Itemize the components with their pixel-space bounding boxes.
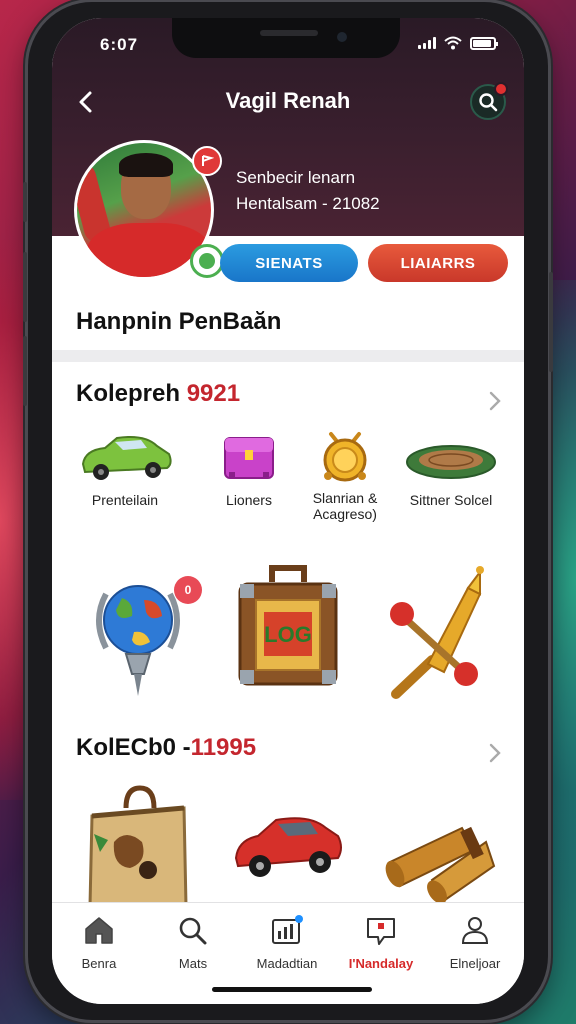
profile-icon	[461, 917, 489, 944]
collection-item[interactable]: Slanrian & Acagreso)	[290, 426, 400, 522]
phone-volume-down	[23, 336, 27, 406]
flag-icon	[202, 155, 214, 166]
collection-title: KolECb0 -	[76, 734, 191, 761]
collection-count: 11995	[190, 734, 257, 761]
tab-label: Elneljoar	[449, 956, 501, 971]
collection-count: 9921	[186, 380, 241, 407]
tab-label: Mats	[178, 956, 208, 971]
collection-showcase-item[interactable]	[86, 782, 190, 911]
chart-icon	[272, 915, 303, 944]
wifi-icon	[444, 36, 462, 50]
profile-avatar-wrapper[interactable]	[74, 140, 224, 280]
green-car-icon	[81, 436, 172, 480]
notch-speaker	[260, 30, 318, 36]
secondary-action-button[interactable]: LIAIARRS	[368, 244, 508, 282]
purple-chest-icon	[224, 437, 274, 479]
tab-label: I'Nandalay	[348, 956, 414, 971]
section-title: Hanpnin PenBaăn	[76, 308, 282, 335]
search-icon	[479, 93, 498, 112]
section-divider	[52, 350, 524, 362]
collection-header[interactable]: Kolepreh 9921	[76, 380, 240, 408]
tab-label: Benra	[81, 956, 117, 971]
tab-messages[interactable]: I'Nandalay	[334, 915, 428, 971]
avatar-flag-badge	[192, 146, 222, 176]
collection-showcase-item[interactable]	[382, 808, 498, 913]
notification-dot	[494, 82, 508, 96]
item-label: Prenteilain	[91, 492, 159, 508]
battery-icon	[470, 36, 498, 50]
tab-home[interactable]: Benra	[52, 915, 146, 971]
page-title: Vagil Renah	[225, 88, 351, 113]
profile-id: Hentalsam - 21082	[236, 194, 380, 213]
collection-header[interactable]: KolECb0 -11995	[76, 734, 256, 762]
item-badge: 0	[174, 576, 202, 604]
phone-power-button	[549, 272, 553, 372]
globe-trophy-icon	[96, 585, 180, 696]
primary-action-button[interactable]: SIENATS	[220, 244, 358, 282]
green-plate-icon	[406, 445, 496, 479]
notch	[172, 18, 400, 58]
golden-rockets-icon	[390, 566, 484, 699]
suitcase-icon: LOG	[238, 565, 338, 686]
item-label: Sittner Solcel	[409, 492, 493, 508]
collection-item[interactable]: Lioners	[194, 428, 304, 508]
chat-icon	[367, 918, 395, 945]
home-indicator[interactable]	[212, 987, 372, 992]
item-label: Slanrian & Acagreso)	[312, 490, 378, 523]
travel-bag-icon	[88, 785, 188, 908]
tab-stats[interactable]: Madadtian	[240, 915, 334, 971]
signal-icon	[418, 37, 436, 49]
scrolls-icon	[385, 826, 496, 904]
collection-showcase-item[interactable]	[230, 798, 346, 903]
collection-item[interactable]: Sittner Solcel	[396, 428, 506, 508]
collection-more-button[interactable]	[484, 742, 506, 764]
chevron-right-icon	[489, 743, 501, 763]
collection-showcase-item[interactable]: 0	[88, 570, 202, 715]
home-icon	[85, 917, 113, 944]
svg-text:LOG: LOG	[264, 622, 312, 647]
collection-title: Kolepreh	[76, 380, 181, 407]
front-camera	[337, 32, 347, 42]
tab-search[interactable]: Mats	[146, 915, 240, 971]
collection-item[interactable]: Prenteilain	[70, 428, 180, 508]
collection-more-button[interactable]	[484, 390, 506, 412]
red-car-icon	[234, 817, 342, 877]
profile-info: Senbecir lenarn Hentalsam - 21082	[236, 168, 380, 214]
status-icons	[418, 36, 498, 50]
search-icon	[179, 917, 207, 945]
search-button[interactable]	[470, 82, 508, 120]
status-time: 6:07	[100, 35, 139, 54]
app-screen: 6:07 Vagil Renah Senbecir lenarn Hentals…	[52, 18, 524, 1004]
collection-showcase-item[interactable]	[388, 564, 488, 709]
gold-medal-icon	[323, 432, 367, 482]
item-label: Lioners	[226, 492, 272, 508]
collection-showcase-item[interactable]: LOG	[236, 560, 340, 705]
phone-mute-switch	[23, 182, 27, 222]
profile-subtitle: Senbecir lenarn	[236, 168, 356, 187]
status-bar: 6:07	[52, 18, 524, 70]
tab-label: Madadtian	[256, 956, 318, 971]
tab-profile[interactable]: Elneljoar	[428, 915, 522, 971]
nav-bar: Vagil Renah	[52, 80, 524, 124]
bottom-tab-bar: Benra Mats Madadtian I'Nandalay Elneljoa…	[52, 902, 524, 1004]
chevron-right-icon	[489, 391, 501, 411]
phone-volume-up	[23, 252, 27, 322]
online-status-badge	[190, 244, 224, 278]
